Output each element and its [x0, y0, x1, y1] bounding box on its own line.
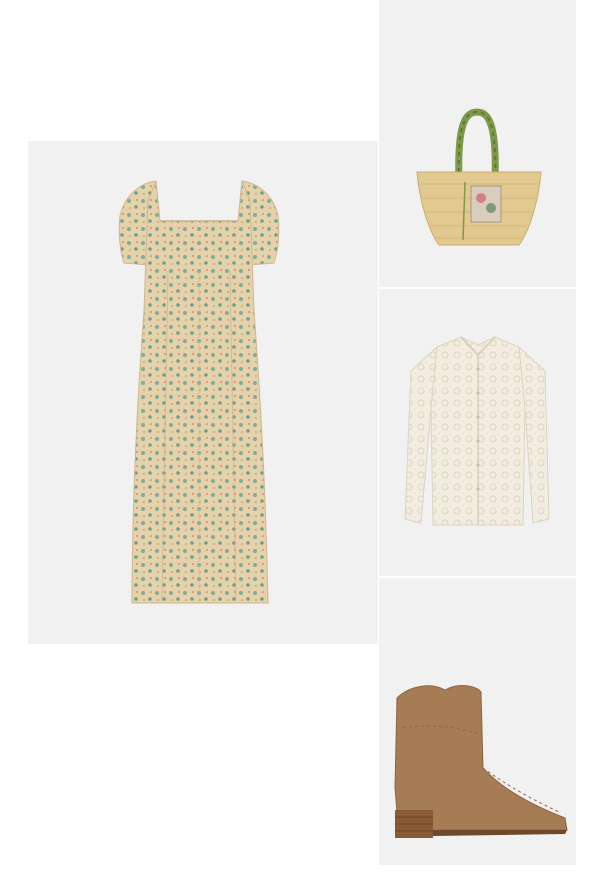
crochet-cardigan-image	[404, 336, 550, 526]
product-tile-dress[interactable]	[28, 141, 378, 644]
straw-bag-image	[416, 108, 542, 246]
dress-image	[118, 180, 280, 604]
product-tile-cardigan[interactable]	[379, 289, 576, 576]
product-tile-bag[interactable]	[379, 0, 576, 287]
product-tile-boots[interactable]	[379, 578, 576, 865]
suede-ankle-boot-image	[394, 685, 568, 838]
